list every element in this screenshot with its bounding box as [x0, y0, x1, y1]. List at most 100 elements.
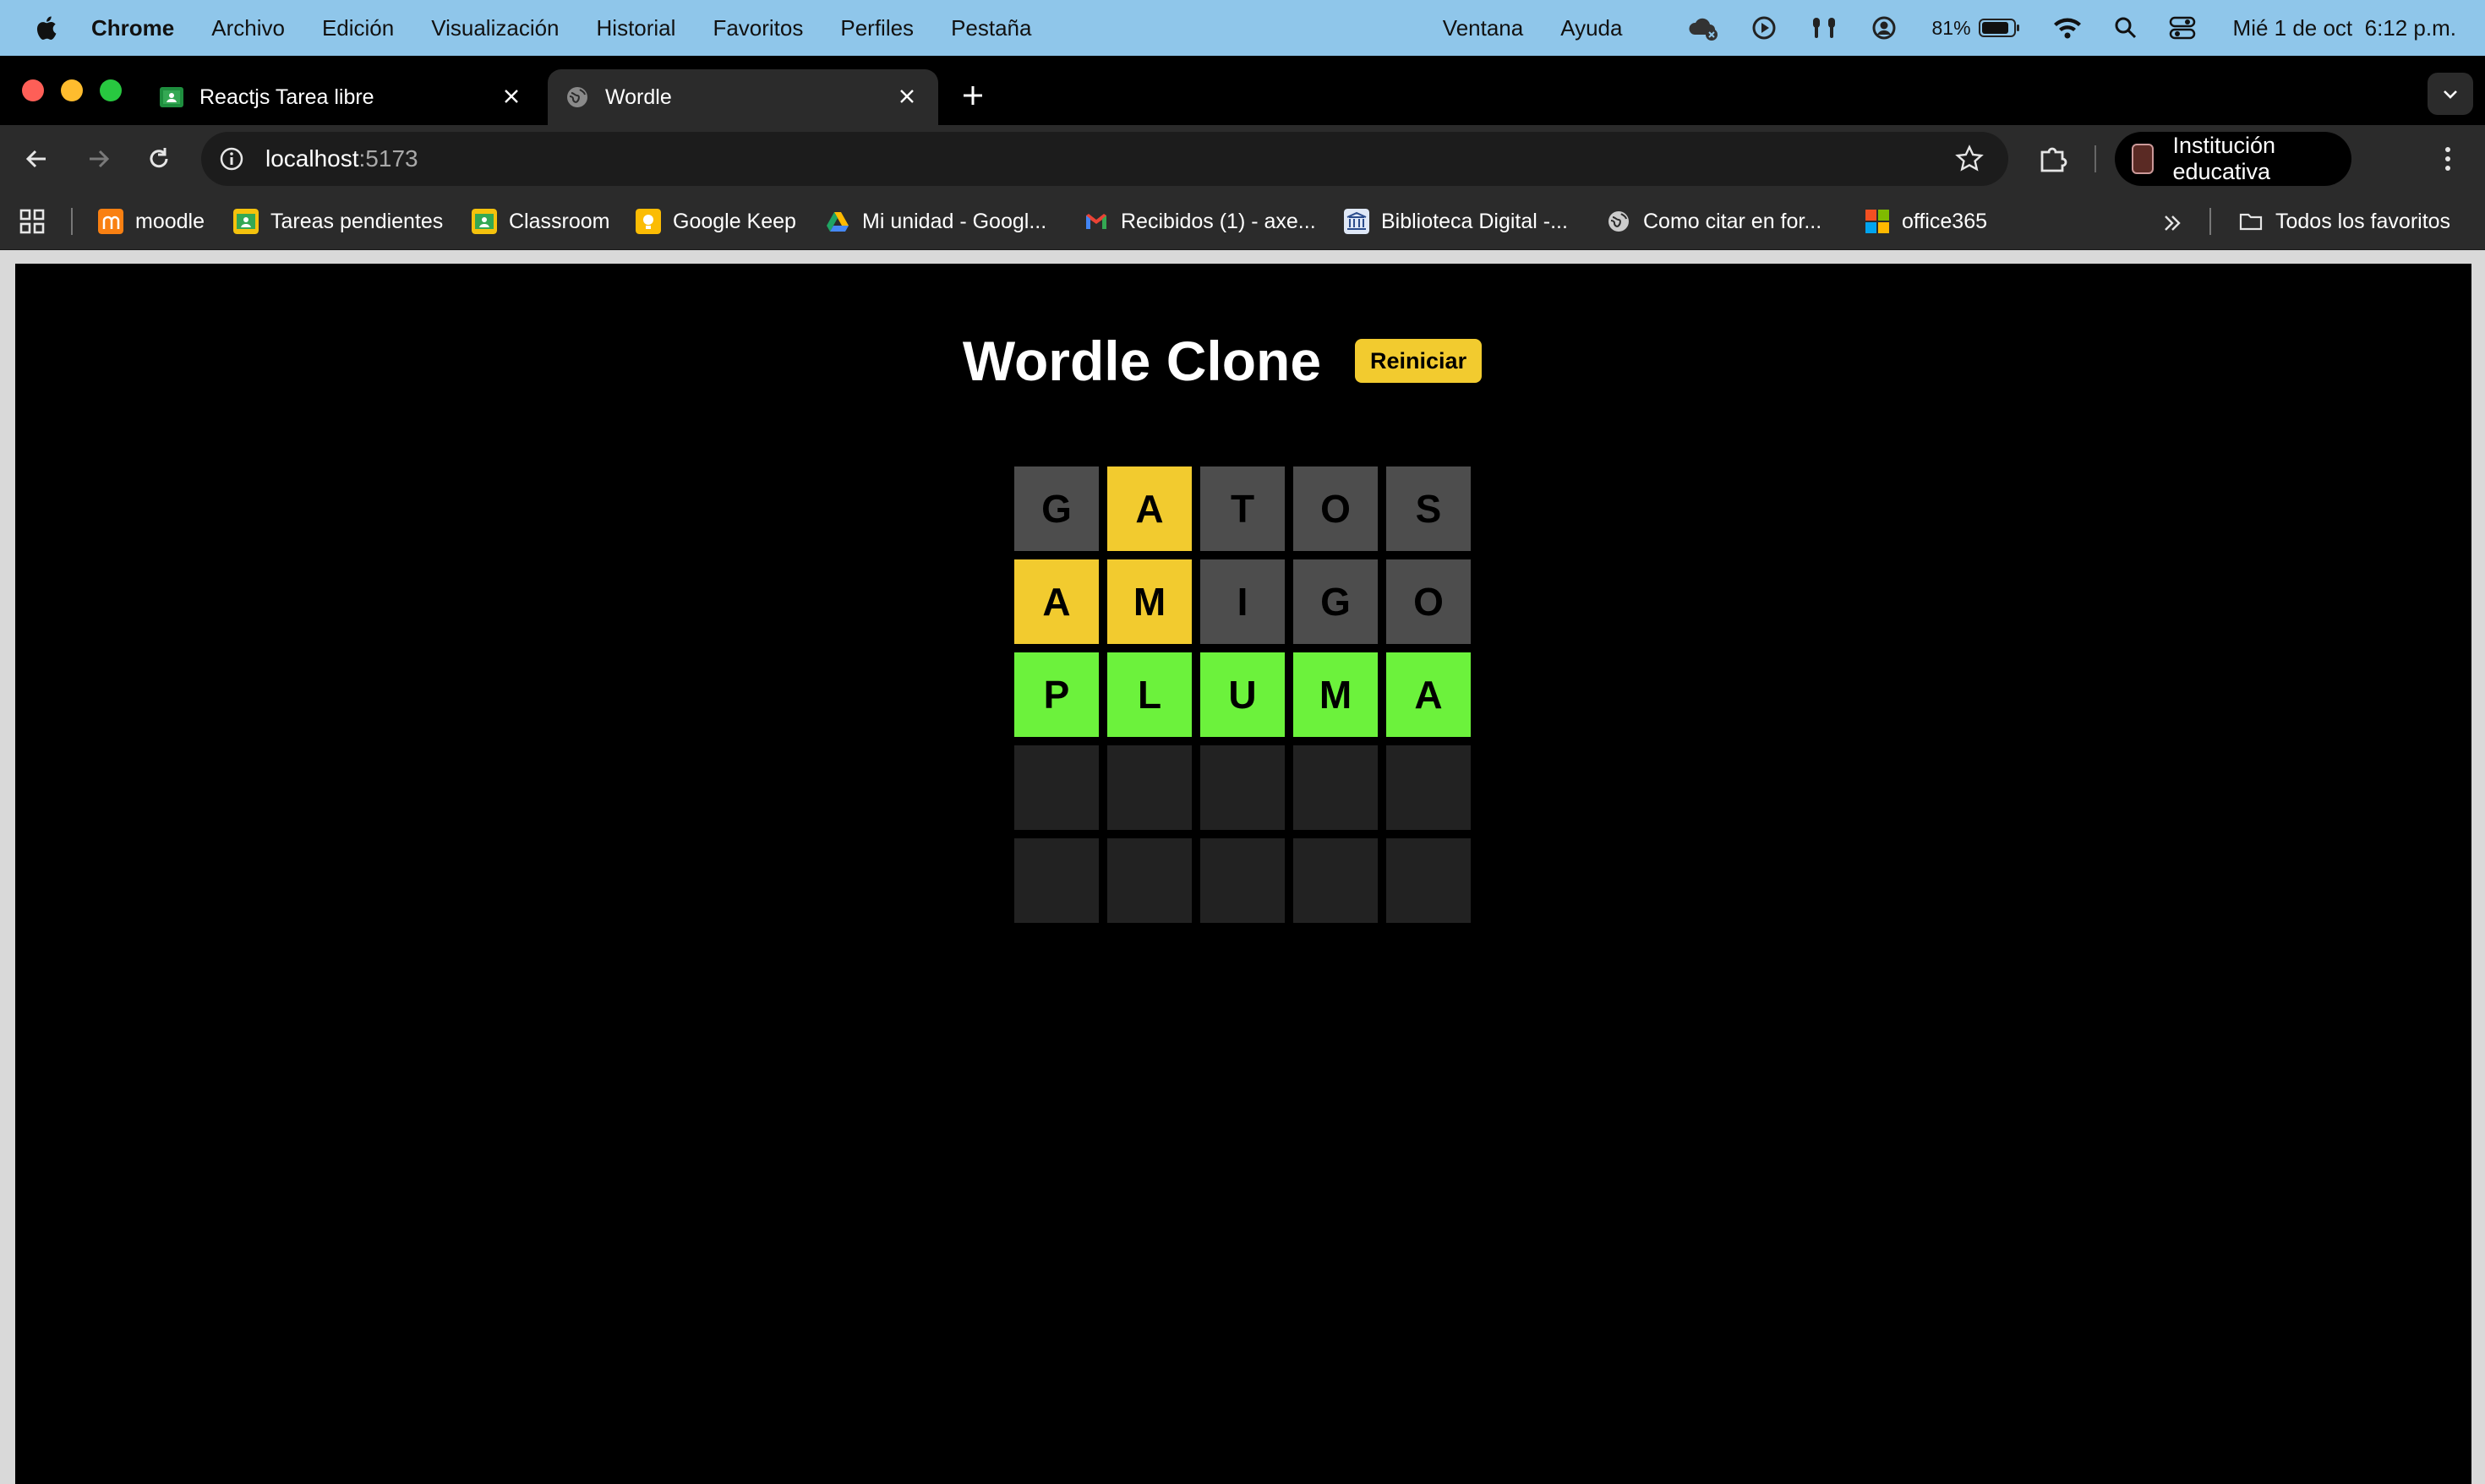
bookmark-classroom[interactable]: Classroom [472, 193, 609, 250]
classroom-icon [233, 209, 259, 234]
menu-archivo[interactable]: Archivo [211, 15, 285, 41]
bookmark-label: Classroom [509, 209, 610, 233]
new-tab-plus-icon[interactable] [960, 83, 986, 108]
url-port: :5173 [358, 145, 418, 172]
maximize-window-button[interactable] [100, 79, 122, 101]
bookmark-label: office365 [1902, 209, 1988, 233]
more-bookmarks-chevron-icon[interactable] [2160, 211, 2184, 235]
board-cell [1386, 838, 1471, 923]
bookmark-google-keep[interactable]: Google Keep [636, 193, 796, 250]
bookmark-como-citar[interactable]: Como citar en for... [1606, 193, 1821, 250]
browser-toolbar: localhost:5173 Institución educativa [0, 125, 2485, 193]
close-tab-icon[interactable] [896, 85, 918, 107]
menu-edicion[interactable]: Edición [322, 15, 394, 41]
play-circle-icon[interactable] [1750, 14, 1778, 41]
menu-ventana[interactable]: Ventana [1443, 15, 1523, 41]
menu-perfiles[interactable]: Perfiles [840, 15, 914, 41]
bookmark-star-icon[interactable] [1954, 144, 1985, 174]
apple-logo-icon[interactable] [34, 14, 57, 41]
wordle-page: Wordle Clone Reiniciar GATOSAMIGOPLUMA [15, 264, 2471, 1484]
board-cell: G [1293, 559, 1378, 644]
bookmark-label: moodle [135, 209, 205, 233]
menu-ayuda[interactable]: Ayuda [1560, 15, 1622, 41]
extensions-puzzle-icon[interactable] [2035, 142, 2069, 176]
forward-arrow-icon[interactable] [81, 142, 115, 176]
library-icon [1344, 209, 1369, 234]
user-account-icon[interactable] [1871, 14, 1898, 41]
close-window-button[interactable] [22, 79, 44, 101]
bookmark-office365[interactable]: office365 [1865, 193, 1987, 250]
bookmarks-divider [71, 208, 73, 235]
page-viewport: Wordle Clone Reiniciar GATOSAMIGOPLUMA [0, 250, 2485, 1484]
chevron-down-icon [2444, 90, 2457, 99]
menubar-datetime[interactable]: Mié 1 de oct 6:12 p.m. [2233, 15, 2456, 41]
bookmark-mi-unidad[interactable]: Mi unidad - Googl... [825, 193, 1046, 250]
drive-icon [827, 212, 849, 232]
bookmark-moodle[interactable]: moodle [98, 193, 205, 250]
bookmark-label: Mi unidad - Googl... [862, 209, 1047, 233]
bookmarks-divider [2209, 208, 2211, 235]
menu-visualizacion[interactable]: Visualización [431, 15, 559, 41]
board-cell: G [1014, 466, 1099, 551]
back-arrow-icon[interactable] [20, 142, 54, 176]
moodle-icon [98, 209, 123, 234]
menu-app-name[interactable]: Chrome [91, 15, 174, 41]
game-board: GATOSAMIGOPLUMA [1014, 466, 1471, 923]
bookmark-label: Recibidos (1) - axe... [1121, 209, 1316, 233]
menu-favoritos[interactable]: Favoritos [713, 15, 803, 41]
toolbar-divider [2094, 145, 2096, 172]
keep-icon [636, 209, 661, 234]
reload-icon[interactable] [142, 142, 176, 176]
board-cell: M [1107, 559, 1192, 644]
classroom-icon [472, 209, 497, 234]
minimize-window-button[interactable] [61, 79, 83, 101]
site-info-icon[interactable] [216, 144, 247, 174]
bookmark-recibidos[interactable]: Recibidos (1) - axe... [1084, 193, 1316, 250]
board-cell: P [1014, 652, 1099, 737]
airpods-icon[interactable] [1808, 14, 1840, 41]
menu-historial[interactable]: Historial [597, 15, 676, 41]
board-cell: U [1200, 652, 1285, 737]
board-cell: M [1293, 652, 1378, 737]
gmail-icon [1086, 214, 1106, 229]
board-cell [1200, 838, 1285, 923]
macos-menu-bar: Chrome Archivo Edición Visualización His… [0, 0, 2485, 56]
board-cell: I [1200, 559, 1285, 644]
tab-title: Reactjs Tarea libre [199, 85, 374, 109]
board-cell: L [1107, 652, 1192, 737]
apps-grid-icon[interactable] [19, 208, 46, 235]
spotlight-search-icon[interactable] [2113, 15, 2138, 41]
header: Wordle Clone Reiniciar [15, 323, 2471, 399]
battery-icon[interactable] [1978, 17, 2022, 39]
url-text[interactable]: localhost:5173 [265, 145, 418, 172]
reset-button[interactable]: Reiniciar [1355, 339, 1483, 383]
board-cell: S [1386, 466, 1471, 551]
cloud-sync-icon[interactable] [1686, 14, 1720, 41]
tab-strip: Reactjs Tarea libre Wordle [0, 57, 2485, 125]
tab-reactjs-tarea-libre[interactable]: Reactjs Tarea libre [142, 69, 543, 125]
wifi-icon[interactable] [2052, 15, 2083, 41]
tab-title: Wordle [605, 85, 672, 109]
close-tab-icon[interactable] [500, 85, 522, 107]
tab-search-button[interactable] [2428, 73, 2473, 115]
board-cell: O [1386, 559, 1471, 644]
board-cell: T [1200, 466, 1285, 551]
bookmark-all-favorites[interactable]: Todos los favoritos [2238, 193, 2450, 250]
bookmark-biblioteca-digital[interactable]: Biblioteca Digital -... [1344, 193, 1568, 250]
microsoft-icon [1865, 210, 1889, 233]
battery-percentage: 81% [1931, 16, 1971, 39]
address-bar[interactable]: localhost:5173 [201, 132, 2008, 186]
bookmark-label: Todos los favoritos [2275, 209, 2451, 233]
board-cell [1107, 838, 1192, 923]
board-cell [1386, 745, 1471, 830]
more-menu-icon[interactable] [2431, 142, 2465, 176]
board-cell [1293, 745, 1378, 830]
tab-wordle[interactable]: Wordle [548, 69, 938, 125]
profile-button[interactable]: Institución educativa [2115, 132, 2351, 186]
browser-window: Reactjs Tarea libre Wordle localhost:517… [0, 57, 2485, 1484]
control-center-icon[interactable] [2169, 15, 2196, 41]
bookmark-tareas-pendientes[interactable]: Tareas pendientes [233, 193, 443, 250]
board-cell [1200, 745, 1285, 830]
menu-pestana[interactable]: Pestaña [951, 15, 1031, 41]
google-classroom-icon [160, 87, 183, 107]
